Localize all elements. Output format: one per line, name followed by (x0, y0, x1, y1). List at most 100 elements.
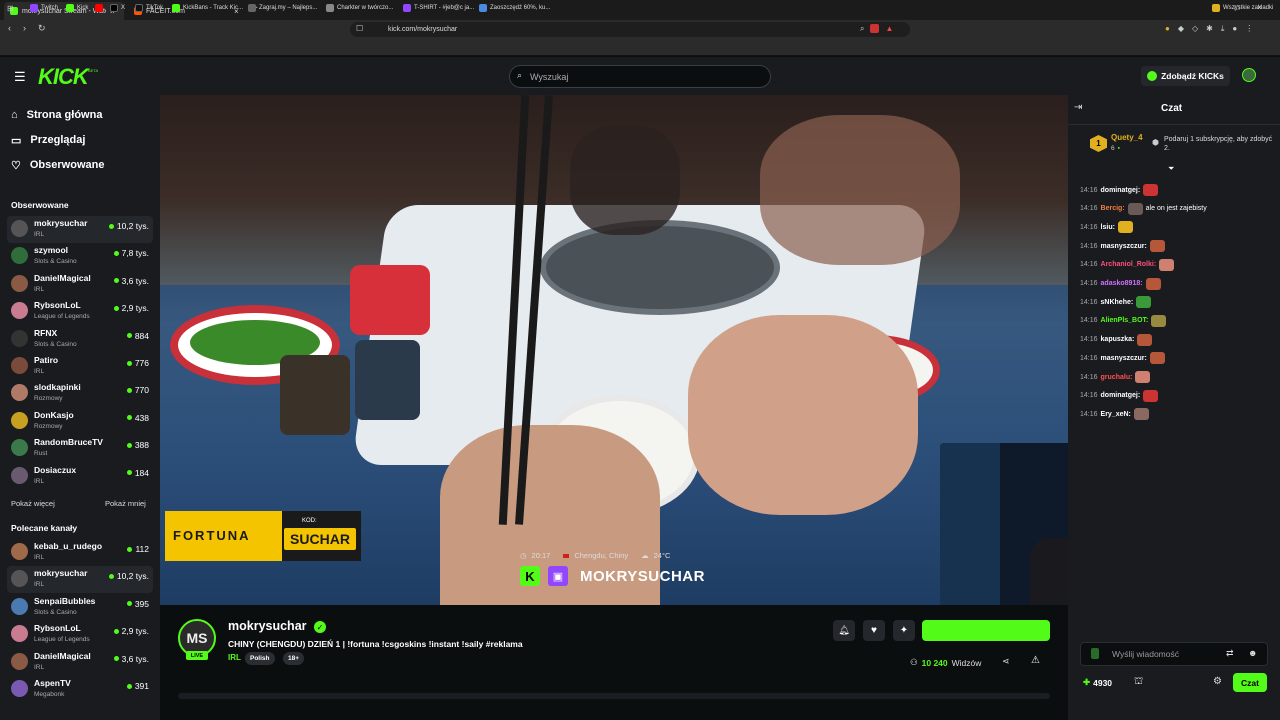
message-user[interactable]: gruchalu: (1101, 374, 1133, 381)
channel-name: RybsonLoL (34, 623, 81, 634)
get-kicks-button[interactable]: Zdobądź KICKs (1141, 66, 1230, 86)
bookmark-star-icon[interactable]: ☐ (356, 24, 363, 33)
gift-promo-text[interactable]: Podaruj 1 subskrypcję, aby zdobyć 2. (1164, 135, 1276, 153)
cloud-icon: ☁ (641, 551, 649, 560)
channel-points[interactable]: ✚ 4930 (1083, 677, 1112, 688)
stream-category[interactable]: IRL (228, 653, 241, 662)
message-user[interactable]: masnyszczur: (1101, 355, 1147, 362)
notification-bell-button[interactable]: 🔔︎ (833, 620, 855, 641)
sidebar-channel-item[interactable]: AspenTV Megabonk 391 (7, 676, 153, 703)
sidebar-channel-item[interactable]: kebab_u_rudego IRL 112 (7, 539, 153, 566)
message-user[interactable]: lsiu: (1101, 224, 1115, 231)
sidebar-channel-item[interactable]: slodkapinki Rozmowy 770 (7, 380, 153, 407)
bookmark-kickbans[interactable]: KickBans - Track Kic... (172, 4, 243, 12)
bookmark-zaoszczedz[interactable]: Zaoszczędź 60%, ku... (479, 4, 550, 12)
top-gifter-name[interactable]: Quety_4 (1111, 133, 1143, 142)
all-bookmarks[interactable]: Wszystkie zakładki (1212, 4, 1273, 12)
sidebar-channel-item[interactable]: RFNX Slots & Casino 884 (7, 326, 153, 353)
sidebar-channel-item[interactable]: szymool Slots & Casino 7,8 tys. (7, 243, 153, 270)
message-user[interactable]: sNKhehe: (1101, 299, 1134, 306)
shield-icon[interactable] (870, 24, 880, 33)
user-avatar[interactable] (1242, 68, 1256, 82)
extension-icon[interactable]: ● (1165, 24, 1170, 34)
sidebar-channel-item[interactable]: SenpaiBubbles Slots & Casino 395 (7, 594, 153, 621)
viewer-count-text: 770 (134, 385, 149, 396)
sidebar-channel-item[interactable]: RandomBruceTV Rust 388 (7, 435, 153, 462)
sidebar-channel-item[interactable]: DanielMagical IRL 3,6 tys. (7, 271, 153, 298)
extensions-area: ● ◆ ◇ ✱ ⤓ ● ⋮ (1165, 24, 1253, 34)
show-more-link[interactable]: Pokaż więcej (11, 499, 55, 508)
message-user[interactable]: dominatgej: (1101, 392, 1141, 399)
profile-icon[interactable]: ● (1232, 24, 1237, 34)
search-input[interactable]: Wyszukaj (509, 65, 771, 88)
bookmark-x[interactable]: X (110, 4, 125, 12)
sidebar-channel-item[interactable]: DanielMagical IRL 3,6 tys. (7, 649, 153, 676)
reload-icon[interactable]: ↻ (38, 23, 46, 34)
gift-icon: ▪ (1117, 145, 1120, 152)
message-user[interactable]: Archaniol_Rolki: (1101, 261, 1157, 268)
bookmark-charkter[interactable]: Charkter w twórczo... (326, 4, 393, 12)
extension-icon[interactable]: ◇ (1192, 24, 1198, 34)
chat-message: 14:16 Ery_xeN: (1080, 408, 1152, 421)
bookmark-tshirt[interactable]: T-SHIRT - #jeb@c ja... (403, 4, 474, 12)
forward-icon[interactable]: › (23, 23, 26, 34)
apps-icon[interactable]: ⊞ (7, 4, 14, 13)
settings-gear-icon[interactable]: ⚙ (1213, 676, 1222, 687)
hamburger-menu-icon[interactable]: ☰ (14, 69, 26, 85)
sidebar-channel-item[interactable]: RybsonLoL League of Legends 2,9 tys. (7, 621, 153, 648)
kick-logo[interactable]: KICK (38, 64, 89, 90)
tab-kick[interactable]: mokrysuchar Stream - Watch × (4, 2, 124, 20)
bookmark-tiktok[interactable]: TikTok (135, 4, 163, 12)
back-icon[interactable]: ‹ (8, 23, 11, 34)
message-user[interactable]: masnyszczur: (1101, 243, 1147, 250)
channel-viewers: 770 (126, 385, 149, 396)
send-chat-button[interactable]: Czat (1233, 673, 1267, 692)
share-icon[interactable]: ⋖ (1002, 656, 1010, 667)
bookmark-zagraj[interactable]: Zagraj.my – Najleps... (248, 4, 317, 12)
report-icon[interactable]: ⚠ (1031, 655, 1040, 666)
message-user[interactable]: Ery_xeN: (1101, 411, 1131, 418)
nav-following[interactable]: ♡ Obserwowane (11, 156, 104, 174)
channel-category: Slots & Casino (34, 340, 77, 348)
sidebar-channel-item[interactable]: mokrysuchar IRL 10,2 tys. (7, 216, 153, 243)
message-user[interactable]: adasko8918: (1101, 280, 1143, 287)
emote-menu-icon[interactable]: ⇄ (1226, 648, 1234, 659)
shop-icon[interactable]: ⛫ (1134, 676, 1143, 689)
emote-icon (1127, 202, 1143, 215)
identity-icon[interactable] (1091, 648, 1099, 659)
sidebar-channel-item[interactable]: Patiro IRL 776 (7, 353, 153, 380)
menu-icon[interactable]: ⋮ (1245, 24, 1253, 34)
alert-icon[interactable]: ▲ (885, 24, 893, 34)
emote-icon (1145, 277, 1161, 290)
download-icon[interactable]: ⤓ (1221, 24, 1225, 34)
sidebar-channel-item[interactable]: mokrysuchar IRL 10,2 tys. (7, 566, 153, 594)
message-time: 14:16 (1080, 336, 1098, 344)
address-bar[interactable]: kick.com/mokrysuchar (350, 22, 910, 37)
message-user[interactable]: AlienPls_BOT: (1101, 317, 1149, 324)
nav-home[interactable]: ⌂ Strona główna (11, 106, 102, 124)
puzzle-icon[interactable]: ✱ (1206, 24, 1213, 34)
message-user[interactable]: Bercig: (1101, 205, 1125, 212)
collapse-chat-icon[interactable]: ⇥ (1074, 102, 1082, 113)
bookmark-twitch[interactable]: Twitch (30, 4, 58, 12)
sidebar-channel-item[interactable]: DonKasjo Rozmowy 438 (7, 408, 153, 435)
streamer-name[interactable]: mokrysuchar (228, 619, 307, 633)
sidebar-channel-item[interactable]: Dosiaczux IRL 184 (7, 463, 153, 490)
bookmark-kick[interactable]: Kick (66, 4, 88, 12)
bookmark-youtube[interactable] (95, 4, 103, 12)
follow-button[interactable]: ♥ (863, 620, 885, 641)
show-less-link[interactable]: Pokaż mniej (105, 499, 146, 508)
scroll-track[interactable] (178, 693, 1050, 699)
subscribe-button[interactable] (922, 620, 1050, 641)
tag-mature[interactable]: 18+ (283, 652, 305, 665)
sparkle-button[interactable]: ✦ (893, 620, 915, 641)
emoji-icon[interactable]: ☻ (1248, 648, 1257, 658)
pin-icon[interactable]: ⏷ (1168, 164, 1174, 174)
tag-language[interactable]: Polish (245, 652, 275, 665)
sidebar-channel-item[interactable]: RybsonLoL League of Legends 2,9 tys. (7, 298, 153, 325)
nav-browse[interactable]: ▭ Przeglądaj (11, 131, 85, 149)
message-user[interactable]: dominatgej: (1101, 187, 1141, 194)
message-user[interactable]: kapuszka: (1101, 336, 1135, 343)
zoom-icon[interactable]: ⌕ (860, 24, 864, 34)
extension-icon[interactable]: ◆ (1178, 24, 1184, 34)
